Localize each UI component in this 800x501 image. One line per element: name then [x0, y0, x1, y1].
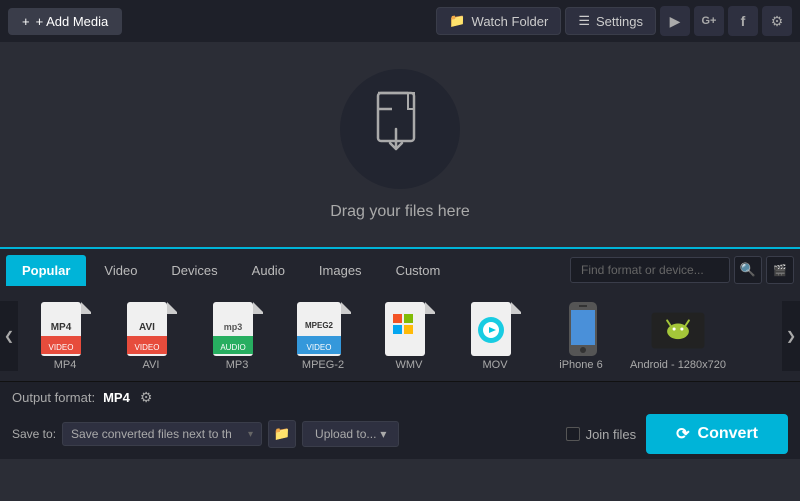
tab-images[interactable]: Images: [303, 255, 378, 286]
nav-arrow-left[interactable]: ❮: [0, 301, 18, 371]
tab-popular[interactable]: Popular: [6, 255, 86, 286]
camera-icon: 🎬: [773, 264, 787, 277]
output-format-label: Output format:: [12, 390, 95, 405]
arrow-right-icon: ❯: [786, 329, 796, 343]
upload-label: Upload to...: [315, 427, 376, 441]
convert-recycle-icon: ⟳: [676, 424, 689, 444]
folder-icon: 📁: [274, 426, 291, 442]
format-item-label-iphone6: iPhone 6: [559, 359, 602, 371]
svg-text:mp3: mp3: [224, 322, 243, 332]
settings-button[interactable]: ☰ Settings: [565, 7, 656, 35]
format-icon-iphone6: [553, 301, 609, 357]
watch-folder-icon: 📁: [449, 13, 465, 29]
convert-button[interactable]: ⟳ Convert: [646, 414, 788, 454]
browse-folder-button[interactable]: 📁: [268, 420, 296, 448]
drag-circle: [340, 69, 460, 189]
format-item-label-android: Android - 1280x720: [630, 359, 726, 371]
format-icon-mov: [467, 301, 523, 357]
add-media-label: + Add Media: [36, 14, 109, 29]
format-icon-wmv: [381, 301, 437, 357]
googleplus-icon: G+: [702, 15, 717, 27]
format-search: 🔍 🎬: [570, 256, 794, 284]
watch-folder-button[interactable]: 📁 Watch Folder: [436, 7, 561, 35]
bottom-row2: Save to: Save converted files next to th…: [12, 414, 788, 454]
format-item-label-mov: MOV: [482, 359, 507, 371]
format-item-label-mp3: MP3: [226, 359, 249, 371]
search-icon: 🔍: [740, 262, 756, 278]
save-to-label: Save to:: [12, 427, 56, 441]
convert-label: Convert: [698, 425, 758, 443]
save-path-text: Save converted files next to the o...: [71, 427, 231, 441]
search-button[interactable]: 🔍: [734, 256, 762, 284]
format-item-iphone6[interactable]: iPhone 6: [540, 297, 622, 375]
svg-text:MPEG2: MPEG2: [305, 321, 334, 330]
settings-icon: ☰: [578, 13, 590, 29]
gear-icon: ⚙: [771, 13, 784, 30]
settings-label: Settings: [596, 14, 643, 29]
save-path-selector[interactable]: Save converted files next to the o... ▾: [62, 422, 262, 446]
format-item-mp3[interactable]: mp3 AUDIO MP3: [196, 297, 278, 375]
format-list: MP4 VIDEO MP4 AVI VIDEO AVI: [18, 291, 782, 381]
format-item-label-mp4: MP4: [54, 359, 77, 371]
format-tabs: Popular Video Devices Audio Images Custo…: [0, 249, 800, 291]
format-icon-android: [650, 301, 706, 357]
tab-audio[interactable]: Audio: [236, 255, 301, 286]
output-format-value: MP4: [103, 390, 130, 405]
drag-area[interactable]: Drag your files here: [0, 42, 800, 247]
format-list-container: ❮ MP4 VIDEO MP4: [0, 291, 800, 381]
drag-text: Drag your files here: [330, 203, 470, 221]
svg-text:VIDEO: VIDEO: [135, 343, 160, 352]
svg-text:AVI: AVI: [139, 322, 155, 333]
googleplus-button[interactable]: G+: [694, 6, 724, 36]
facebook-button[interactable]: f: [728, 6, 758, 36]
plus-icon: +: [22, 14, 30, 29]
upload-chevron-icon: ▾: [380, 427, 386, 441]
arrow-left-icon: ❮: [4, 329, 14, 343]
tab-custom[interactable]: Custom: [380, 255, 457, 286]
format-item-mp4[interactable]: MP4 VIDEO MP4: [24, 297, 106, 375]
format-icon-mpeg2: MPEG2 VIDEO: [295, 301, 351, 357]
youtube-icon: ▶: [670, 13, 681, 30]
facebook-icon: f: [741, 13, 746, 29]
format-icon-avi: AVI VIDEO: [123, 301, 179, 357]
watch-folder-label: Watch Folder: [472, 14, 549, 29]
format-item-label-avi: AVI: [143, 359, 160, 371]
output-gear-icon: ⚙: [140, 389, 153, 405]
drag-icon: [370, 91, 430, 166]
join-files-container: Join files: [566, 427, 637, 442]
join-files-checkbox[interactable]: [566, 427, 580, 441]
upload-button[interactable]: Upload to... ▾: [302, 421, 399, 447]
format-item-label-mpeg2: MPEG-2: [302, 359, 344, 371]
toolbar: + + Add Media 📁 Watch Folder ☰ Settings …: [0, 0, 800, 42]
format-search-input[interactable]: [570, 257, 730, 283]
svg-text:AUDIO: AUDIO: [220, 343, 245, 352]
nav-arrow-right[interactable]: ❯: [782, 301, 800, 371]
format-item-mov[interactable]: MOV: [454, 297, 536, 375]
tab-video[interactable]: Video: [88, 255, 153, 286]
save-path-chevron: ▾: [248, 429, 253, 440]
format-icon-mp3: mp3 AUDIO: [209, 301, 265, 357]
format-item-avi[interactable]: AVI VIDEO AVI: [110, 297, 192, 375]
format-item-wmv[interactable]: WMV: [368, 297, 450, 375]
add-media-button[interactable]: + + Add Media: [8, 8, 122, 35]
toolbar-right: 📁 Watch Folder ☰ Settings ▶ G+ f ⚙: [436, 6, 792, 36]
svg-text:MP4: MP4: [51, 322, 72, 333]
gear-button[interactable]: ⚙: [762, 6, 792, 36]
format-section: Popular Video Devices Audio Images Custo…: [0, 247, 800, 381]
format-item-android[interactable]: Android - 1280x720: [626, 297, 730, 375]
bottom-bar: Output format: MP4 ⚙ Save to: Save conve…: [0, 381, 800, 459]
svg-text:VIDEO: VIDEO: [307, 343, 332, 352]
bottom-row1: Output format: MP4 ⚙: [12, 387, 788, 408]
join-files-label: Join files: [586, 427, 637, 442]
svg-text:VIDEO: VIDEO: [49, 343, 74, 352]
format-icon-mp4: MP4 VIDEO: [37, 301, 93, 357]
output-settings-gear-button[interactable]: ⚙: [138, 387, 155, 408]
format-item-label-wmv: WMV: [396, 359, 423, 371]
youtube-button[interactable]: ▶: [660, 6, 690, 36]
bottom-right: Join files ⟳ Convert: [566, 414, 788, 454]
tab-devices[interactable]: Devices: [155, 255, 233, 286]
camera-button[interactable]: 🎬: [766, 256, 794, 284]
format-item-mpeg2[interactable]: MPEG2 VIDEO MPEG-2: [282, 297, 364, 375]
